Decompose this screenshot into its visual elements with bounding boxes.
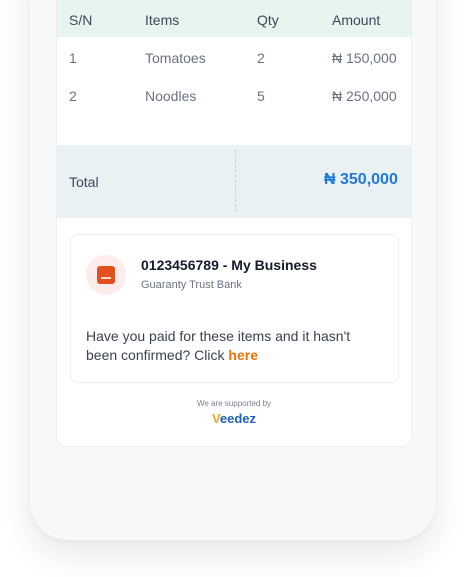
header-items: Items: [145, 12, 180, 28]
row-qty: 2: [257, 50, 265, 66]
row-amount: ₦ 150,000: [332, 50, 397, 66]
bank-name: Guaranty Trust Bank: [141, 279, 242, 291]
header-sn: S/N: [69, 12, 93, 28]
veedez-logo: Veedez: [57, 411, 411, 426]
brand-v: V: [211, 411, 220, 426]
total-divider: [235, 150, 236, 212]
help-text-body: Have you paid for these items and it has…: [86, 328, 351, 363]
row-amount: ₦ 250,000: [332, 88, 397, 104]
header-qty: Qty: [257, 12, 279, 28]
row-qty: 5: [257, 88, 265, 104]
total-amount: ₦ 350,000: [324, 171, 398, 188]
account-number: 0123456789 - My Business: [141, 257, 317, 273]
bank-logo-circle: [86, 255, 126, 295]
table-header: S/N Items Qty Amount: [57, 0, 411, 37]
brand-rest: eedez: [219, 411, 257, 426]
bank-logo-stripe: [101, 277, 111, 279]
payment-help-text: Have you paid for these items and it has…: [86, 327, 382, 365]
supported-by-text: We are supported by: [196, 399, 272, 408]
gtbank-logo-icon: [97, 266, 115, 284]
order-summary-card: S/N Items Qty Amount 1 Tomatoes 2 ₦ 150,…: [56, 0, 412, 447]
total-label: Total: [69, 174, 99, 190]
bank-details-box: 0123456789 - My Business Guaranty Trust …: [70, 234, 399, 383]
header-amount: Amount: [332, 12, 381, 28]
help-link[interactable]: here: [228, 347, 258, 363]
row-item: Noodles: [145, 88, 197, 104]
row-sn: 1: [69, 50, 77, 66]
row-item: Tomatoes: [145, 50, 206, 66]
row-sn: 2: [69, 88, 77, 104]
